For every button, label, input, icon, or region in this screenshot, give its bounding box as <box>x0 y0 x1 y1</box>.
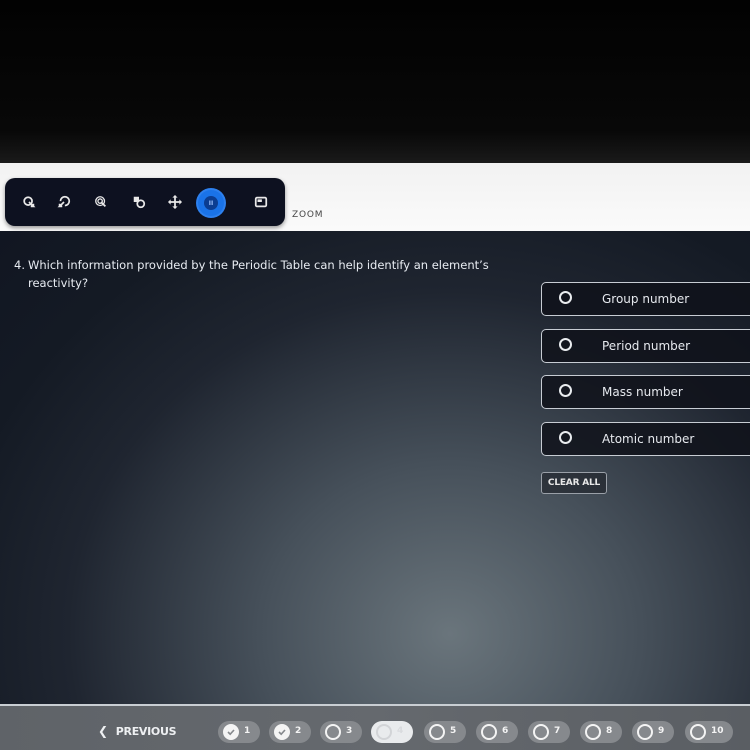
chevron-left-icon: ❮ <box>98 724 108 738</box>
question-nav-number: 4 <box>397 726 404 736</box>
answer-option-period-number[interactable]: Period number <box>541 329 750 363</box>
question-nav-number: 3 <box>346 726 353 736</box>
clear-all-button[interactable]: CLEAR ALL <box>541 472 607 494</box>
question-nav-9[interactable]: 9 <box>632 721 674 743</box>
empty-circle-icon <box>637 724 653 740</box>
question-nav-number: 8 <box>606 726 613 736</box>
window-icon[interactable] <box>251 192 271 212</box>
empty-circle-icon <box>585 724 601 740</box>
question-nav-8[interactable]: 8 <box>580 721 622 743</box>
question-number: 4. <box>14 258 25 272</box>
empty-circle-icon <box>376 724 392 740</box>
accessibility-toolbar: II <box>5 178 285 226</box>
answer-option-mass-number[interactable]: Mass number <box>541 375 750 409</box>
previous-button[interactable]: ❮ PREVIOUS <box>98 724 177 738</box>
empty-circle-icon <box>481 724 497 740</box>
option-label: Mass number <box>602 385 683 399</box>
move-icon[interactable] <box>165 192 185 212</box>
question-nav-number: 7 <box>554 726 561 736</box>
rotate-pointer-icon[interactable] <box>54 192 74 212</box>
question-nav-number: 2 <box>295 726 302 736</box>
question-nav-number: 6 <box>502 726 509 736</box>
question-nav-4-current[interactable]: 4 <box>371 721 413 743</box>
magnify-pointer-icon[interactable] <box>91 192 111 212</box>
answer-option-group-number[interactable]: Group number <box>541 282 750 316</box>
question-line-1: Which information provided by the Period… <box>28 258 489 272</box>
check-icon <box>223 724 239 740</box>
empty-circle-icon <box>429 724 445 740</box>
empty-circle-icon <box>690 724 706 740</box>
question-nav-number: 10 <box>711 726 724 736</box>
radio-button-icon[interactable] <box>559 431 572 444</box>
zoom-in-pointer-icon[interactable] <box>19 192 39 212</box>
question-nav-7[interactable]: 7 <box>528 721 570 743</box>
question-text: 4. Which information provided by the Peri… <box>14 256 494 292</box>
question-line-2: reactivity? <box>28 276 89 290</box>
empty-circle-icon <box>325 724 341 740</box>
question-nav-10[interactable]: 10 <box>685 721 733 743</box>
pause-icon: II <box>204 196 218 210</box>
question-nav-3[interactable]: 3 <box>320 721 362 743</box>
question-nav-1[interactable]: 1 <box>218 721 260 743</box>
option-label: Period number <box>602 339 691 353</box>
question-nav-6[interactable]: 6 <box>476 721 518 743</box>
question-nav-5[interactable]: 5 <box>424 721 466 743</box>
zoom-label: ZOOM <box>292 210 324 220</box>
radio-button-icon[interactable] <box>559 291 572 304</box>
annotate-icon[interactable] <box>129 192 149 212</box>
empty-circle-icon <box>533 724 549 740</box>
answer-option-atomic-number[interactable]: Atomic number <box>541 422 750 456</box>
check-icon <box>274 724 290 740</box>
question-nav-number: 5 <box>450 726 457 736</box>
monitor-bezel-area <box>0 0 750 163</box>
radio-button-icon[interactable] <box>559 384 572 397</box>
question-nav-number: 9 <box>658 726 665 736</box>
radio-button-icon[interactable] <box>559 338 572 351</box>
option-label: Atomic number <box>602 432 695 446</box>
previous-label: PREVIOUS <box>115 724 177 738</box>
question-nav-number: 1 <box>244 726 251 736</box>
active-tool-button[interactable]: II <box>198 190 224 216</box>
option-label: Group number <box>602 292 690 306</box>
question-nav-2[interactable]: 2 <box>269 721 311 743</box>
